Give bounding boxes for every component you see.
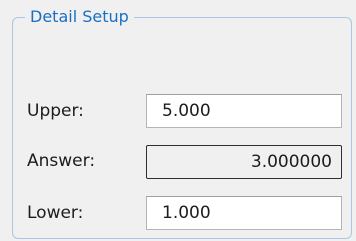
lower-input[interactable]: 1.000 <box>146 196 342 230</box>
answer-label: Answer: <box>27 151 96 171</box>
group-title: Detail Setup <box>25 5 134 29</box>
detail-setup-panel: Detail Setup Upper: 5.000 Answer: 3.0000… <box>0 0 356 241</box>
answer-output: 3.000000 <box>146 145 342 179</box>
lower-label: Lower: <box>27 203 84 223</box>
upper-input[interactable]: 5.000 <box>146 94 342 128</box>
upper-label: Upper: <box>27 101 84 121</box>
